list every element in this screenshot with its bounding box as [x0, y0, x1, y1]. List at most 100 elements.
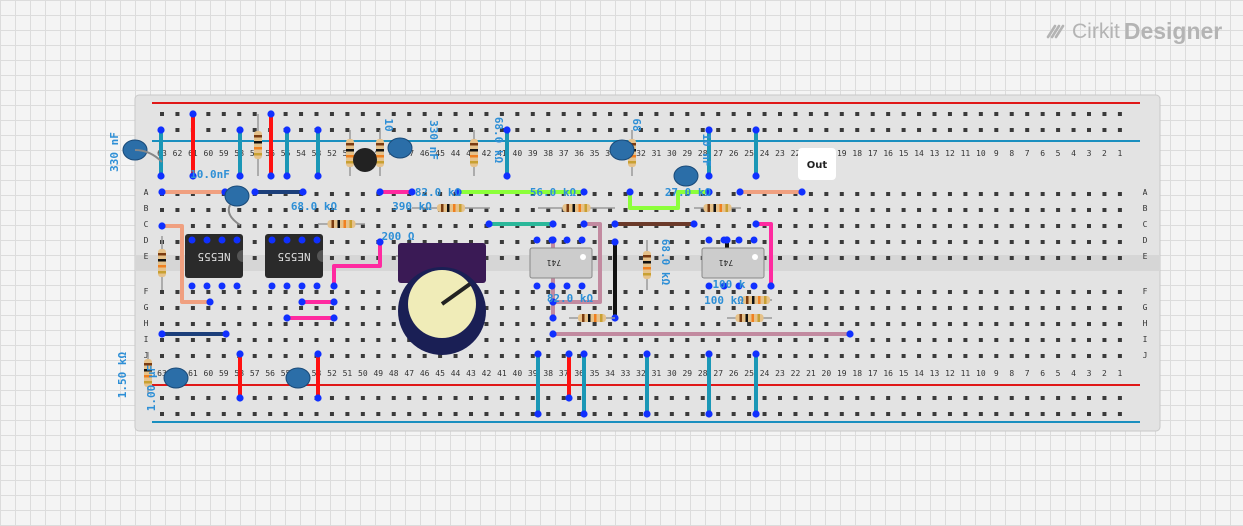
hole[interactable] [917, 354, 922, 358]
hole[interactable] [530, 354, 535, 358]
hole[interactable] [283, 322, 288, 326]
hole[interactable] [299, 322, 304, 326]
hole[interactable] [299, 396, 304, 400]
wire-endpoint[interactable] [798, 188, 806, 196]
hole[interactable] [1087, 224, 1091, 228]
hole[interactable] [778, 240, 782, 244]
hole[interactable] [638, 240, 643, 244]
hole[interactable] [947, 208, 952, 212]
hole[interactable] [808, 322, 813, 326]
wire-endpoint[interactable] [580, 350, 588, 358]
hole[interactable] [947, 192, 952, 196]
hole[interactable] [994, 338, 999, 342]
hole[interactable] [1040, 354, 1045, 358]
wire-endpoint[interactable] [736, 188, 744, 196]
hole[interactable] [669, 396, 674, 400]
hole[interactable] [608, 354, 613, 358]
hole[interactable] [870, 256, 875, 260]
wire-endpoint[interactable] [752, 350, 760, 358]
wire-endpoint[interactable] [236, 350, 244, 358]
hole[interactable] [623, 412, 628, 416]
hole[interactable] [747, 306, 752, 310]
hole[interactable] [345, 338, 350, 342]
hole[interactable] [731, 112, 736, 116]
hole[interactable] [1117, 290, 1122, 294]
hole[interactable] [530, 306, 535, 310]
hole[interactable] [206, 128, 211, 132]
hole[interactable] [376, 412, 381, 416]
hole[interactable] [886, 412, 891, 416]
hole[interactable] [391, 412, 396, 416]
wire-endpoint[interactable] [549, 330, 557, 338]
hole[interactable] [638, 192, 643, 196]
hole[interactable] [190, 224, 195, 228]
hole[interactable] [994, 208, 999, 212]
hole[interactable] [221, 112, 226, 116]
hole[interactable] [438, 396, 443, 400]
capacitor[interactable] [673, 165, 699, 187]
hole[interactable] [608, 192, 613, 196]
hole[interactable] [237, 338, 242, 342]
hole[interactable] [252, 338, 257, 342]
hole[interactable] [283, 224, 288, 228]
hole[interactable] [793, 396, 798, 400]
hole[interactable] [747, 112, 752, 116]
hole[interactable] [870, 354, 875, 358]
chip-pin[interactable] [218, 282, 226, 290]
hole[interactable] [1025, 290, 1030, 294]
hole[interactable] [160, 322, 164, 326]
opamp-pin[interactable] [750, 236, 758, 244]
hole[interactable] [886, 338, 891, 342]
wire-endpoint[interactable] [846, 330, 854, 338]
hole[interactable] [793, 224, 798, 228]
wire-endpoint[interactable] [314, 394, 322, 402]
hole[interactable] [422, 128, 427, 132]
hole[interactable] [839, 306, 844, 310]
hole[interactable] [839, 128, 844, 132]
hole[interactable] [237, 208, 242, 212]
hole[interactable] [561, 322, 566, 326]
hole[interactable] [654, 354, 659, 358]
hole[interactable] [839, 354, 844, 358]
hole[interactable] [329, 396, 334, 400]
hole[interactable] [515, 396, 520, 400]
hole[interactable] [608, 306, 613, 310]
hole[interactable] [747, 354, 752, 358]
hole[interactable] [685, 290, 690, 294]
hole[interactable] [1040, 240, 1045, 244]
hole[interactable] [592, 322, 597, 326]
hole[interactable] [963, 412, 968, 416]
hole[interactable] [1056, 128, 1061, 132]
hole[interactable] [1102, 412, 1107, 416]
hole[interactable] [1087, 208, 1091, 212]
hole[interactable] [252, 112, 257, 116]
hole[interactable] [917, 224, 922, 228]
hole[interactable] [268, 224, 273, 228]
hole[interactable] [252, 412, 257, 416]
hole[interactable] [499, 240, 504, 244]
hole[interactable] [314, 306, 319, 310]
hole[interactable] [1025, 412, 1030, 416]
hole[interactable] [175, 240, 180, 244]
hole[interactable] [1040, 224, 1045, 228]
wire-endpoint[interactable] [534, 410, 542, 418]
hole[interactable] [1009, 412, 1014, 416]
hole[interactable] [1087, 128, 1091, 132]
hole[interactable] [669, 412, 674, 416]
hole[interactable] [1056, 322, 1061, 326]
hole[interactable] [1025, 256, 1030, 260]
capacitor[interactable] [609, 139, 635, 161]
hole[interactable] [1071, 192, 1076, 196]
hole[interactable] [438, 112, 443, 116]
hole[interactable] [1009, 240, 1014, 244]
wire-endpoint[interactable] [626, 188, 634, 196]
hole[interactable] [499, 338, 504, 342]
hole[interactable] [700, 224, 705, 228]
hole[interactable] [778, 290, 782, 294]
hole[interactable] [855, 338, 860, 342]
hole[interactable] [515, 256, 520, 260]
hole[interactable] [515, 322, 520, 326]
hole[interactable] [685, 354, 690, 358]
hole[interactable] [994, 192, 999, 196]
hole[interactable] [206, 208, 211, 212]
